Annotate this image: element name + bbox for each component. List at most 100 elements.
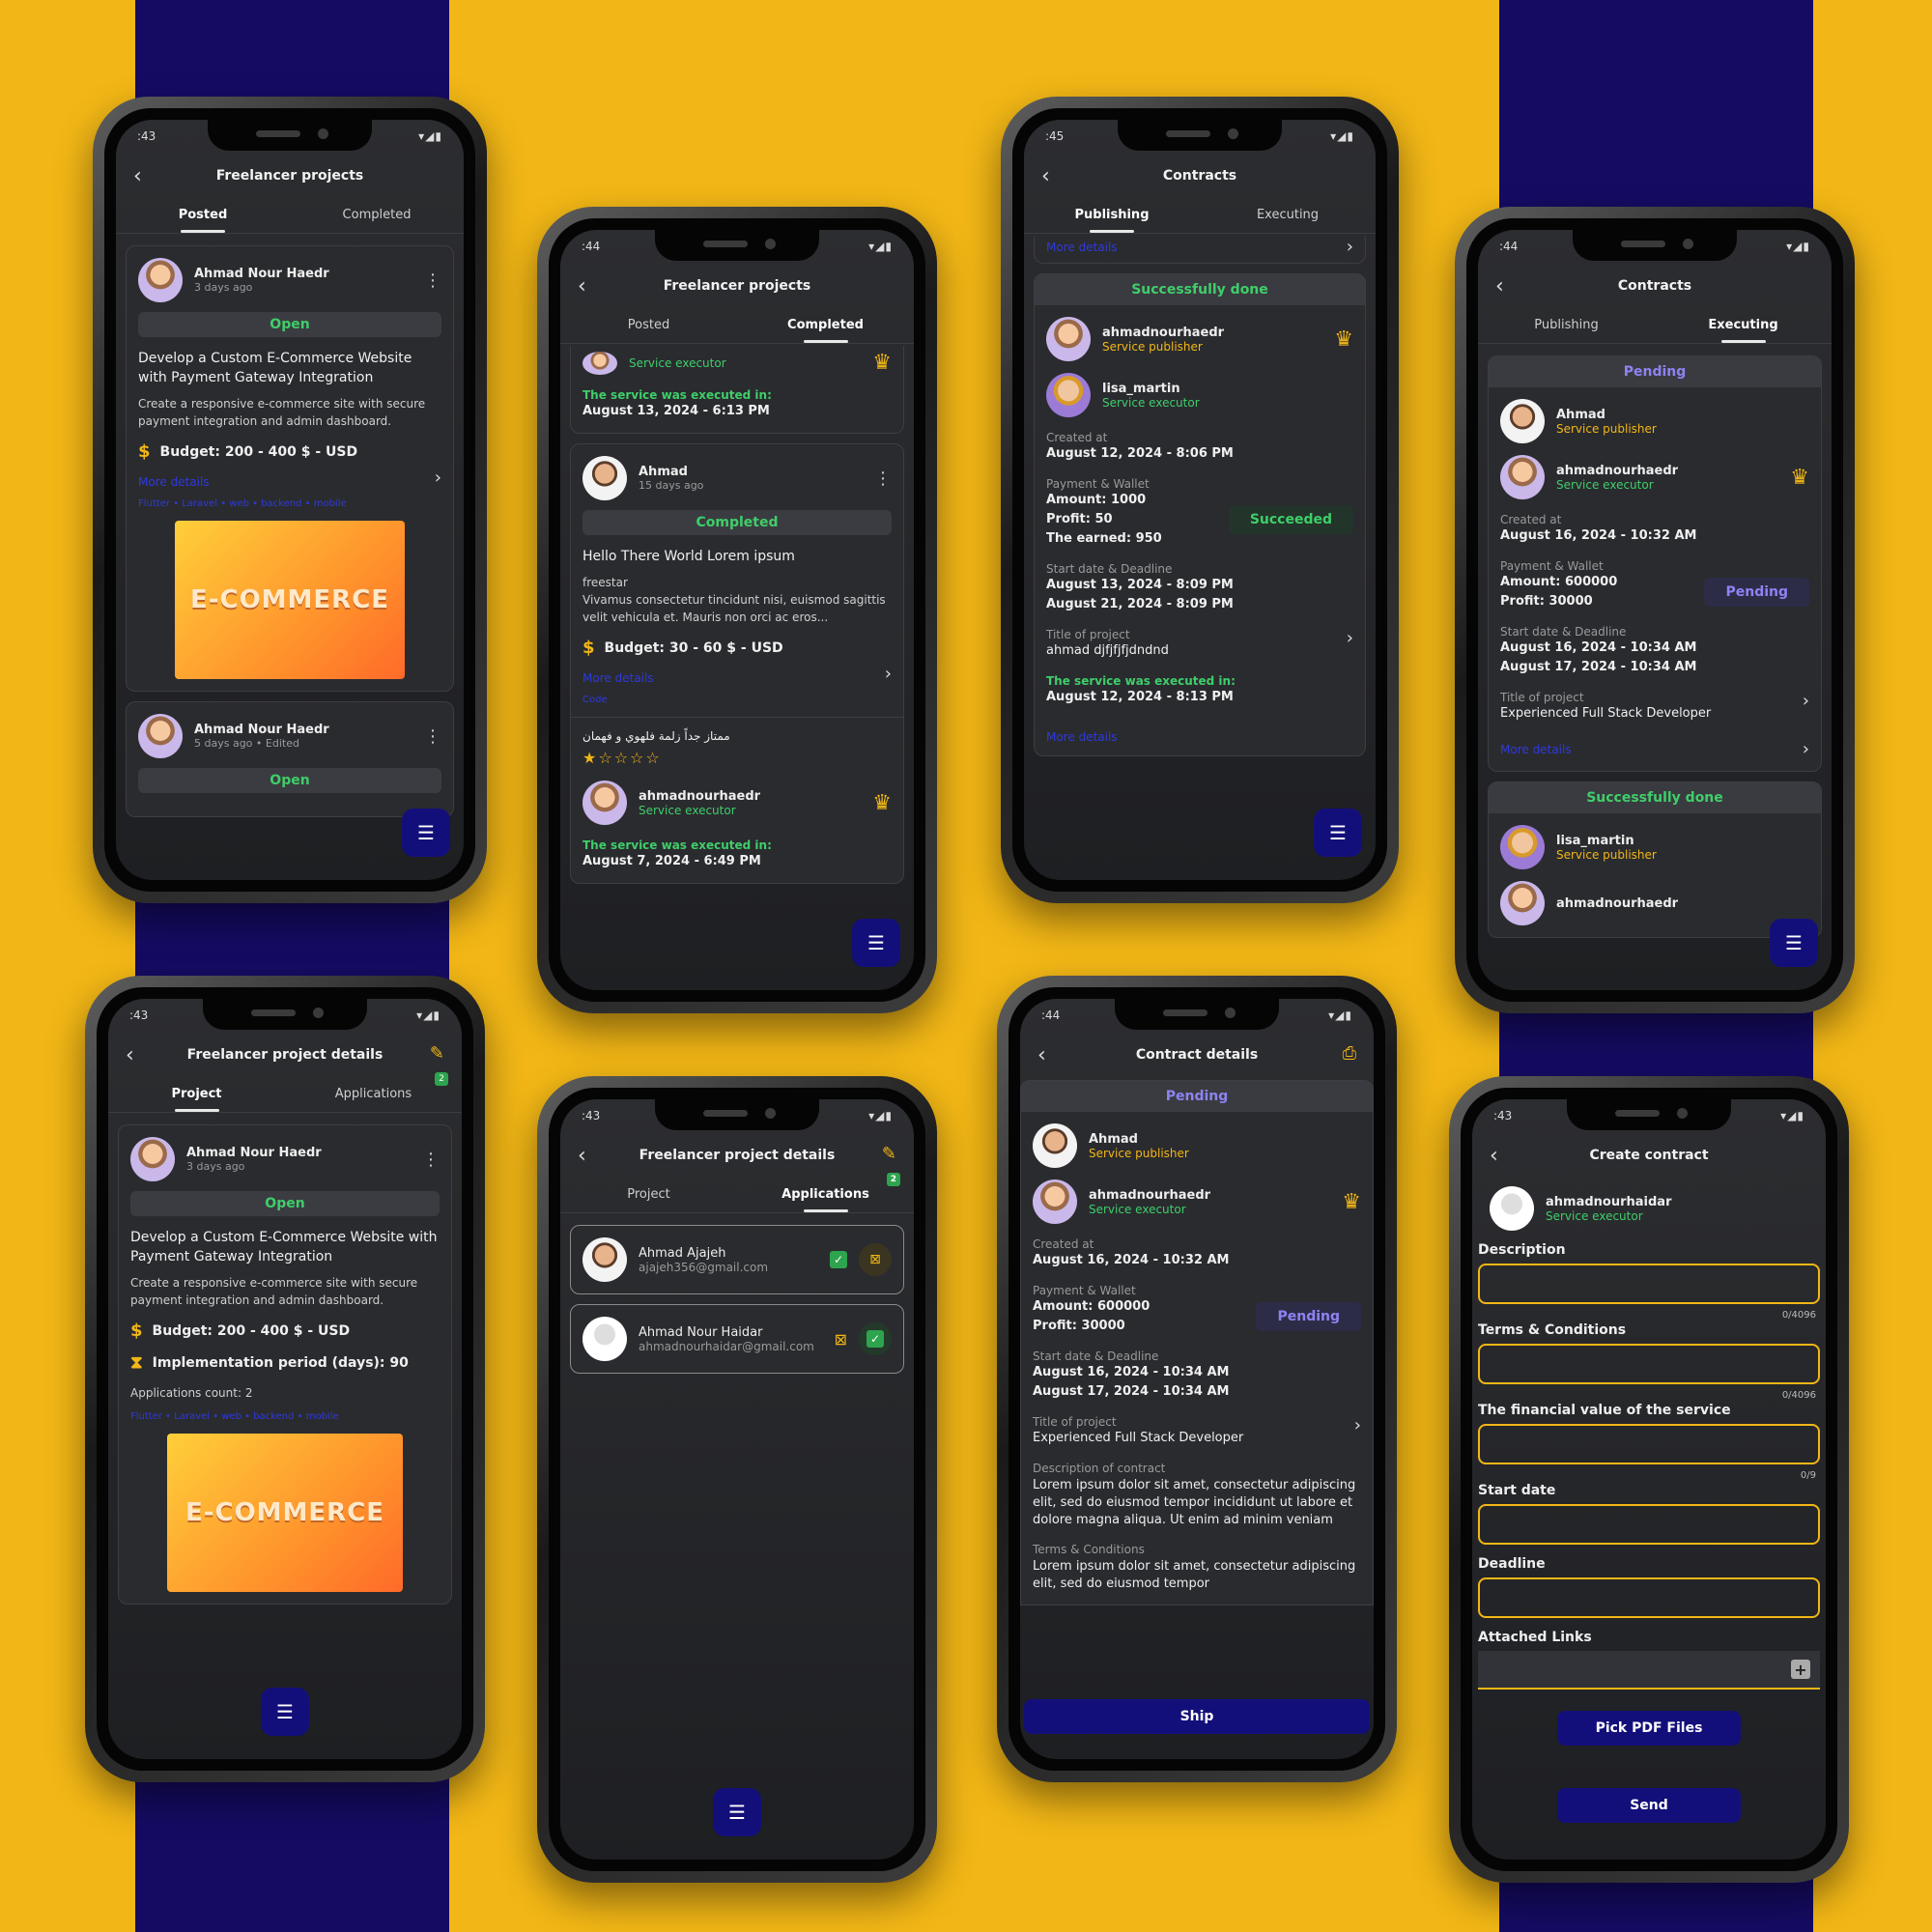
contract-status-header: Successfully done [1035,274,1365,305]
contract-card-partial[interactable]: More details › [1034,236,1366,264]
tab-executing[interactable]: Executing [1655,309,1832,343]
description-input[interactable] [1478,1264,1820,1304]
back-icon[interactable]: ‹ [1037,1043,1046,1067]
attached-links-input[interactable]: + [1478,1651,1820,1690]
back-icon[interactable]: ‹ [578,274,586,298]
status-badge: Open [138,312,441,337]
back-icon[interactable]: ‹ [1041,164,1050,188]
chevron-right-icon[interactable]: › [1347,628,1353,648]
filter-button[interactable]: ☰ [1770,919,1818,967]
ship-button[interactable]: Ship [1024,1699,1370,1734]
back-icon[interactable]: ‹ [133,164,142,188]
tab-project[interactable]: Project [560,1179,737,1212]
more-options-icon[interactable]: ⋮ [422,1150,440,1170]
accept-application-button[interactable]: ✓ [859,1322,892,1355]
tab-project[interactable]: Project [108,1078,285,1112]
project-owner: freestar [582,576,628,589]
start-date-input[interactable] [1478,1504,1820,1545]
financial-value-input[interactable] [1478,1424,1820,1464]
avatar [130,1137,175,1181]
chevron-right-icon[interactable]: › [1347,237,1353,257]
tab-publishing[interactable]: Publishing [1024,199,1200,233]
crown-icon: ♛ [872,351,892,375]
filter-icon: ☰ [1785,931,1803,954]
skill-tags: Code [582,695,608,705]
tab-completed[interactable]: Completed [737,309,914,343]
edit-icon[interactable]: ✎ [430,1043,444,1064]
description-label: Description of contract [1033,1462,1166,1475]
add-link-icon[interactable]: + [1791,1660,1810,1679]
dates-label: Start date & Deadline [1033,1350,1159,1363]
more-details-link[interactable]: More details [582,671,654,685]
contract-detail-card: Pending Ahmad Service publisher ahmadnour… [1020,1080,1374,1605]
publisher-role: Service publisher [1556,421,1657,436]
chevron-right-icon[interactable]: › [435,468,441,488]
project-card[interactable]: Ahmad Nour Haedr 3 days ago ⋮ Open Develo… [126,245,454,692]
phone-project-details: :43 ▾◢▮ ‹ Freelancer project details ✎ Proj… [85,976,485,1782]
contract-card[interactable]: Pending Ahmad Service publisher ahmadnour… [1488,355,1822,772]
executor-role: Service executor [639,803,736,817]
user-name: Ahmad Nour Haedr [194,723,329,737]
tab-posted[interactable]: Posted [560,309,737,343]
more-details-link[interactable]: More details [138,475,210,489]
reject-application-icon[interactable]: ⊠ [835,1330,847,1349]
more-details-link[interactable]: More details [1046,730,1353,744]
deadline-date: August 17, 2024 - 10:34 AM [1500,660,1697,674]
filter-button[interactable]: ☰ [852,919,900,967]
applicant-email: ajajeh356@gmail.com [639,1260,769,1274]
project-card[interactable]: Ahmad 15 days ago ⋮ Completed Hello There… [570,443,904,884]
project-card-partial[interactable]: Service executor ♛ The service was execut… [570,346,904,434]
status-time: :45 [1045,129,1065,143]
project-card[interactable]: Ahmad Nour Haedr 5 days ago • Edited ⋮ Op… [126,701,454,817]
crown-icon: ♛ [1342,1189,1361,1214]
more-details-link[interactable]: More details [1046,241,1118,254]
phone-freelancer-projects-completed: :44 ▾◢▮ ‹ Freelancer projects Posted Comple… [537,207,937,1013]
back-icon[interactable]: ‹ [1495,274,1504,298]
contract-card[interactable]: Successfully done ahmadnourhaedr Service … [1034,273,1366,756]
pick-pdf-button[interactable]: Pick PDF Files [1557,1711,1741,1746]
avatar [138,258,183,302]
status-icons: ▾◢▮ [416,1009,440,1022]
contract-status-header: Pending [1489,356,1821,387]
chevron-right-icon[interactable]: › [1803,691,1809,711]
contract-description: Lorem ipsum dolor sit amet, consectetur … [1033,1478,1356,1527]
more-options-icon[interactable]: ⋮ [424,270,441,291]
back-icon[interactable]: ‹ [578,1144,586,1168]
application-item[interactable]: Ahmad Nour Haidar ahmadnourhaidar@gmail.c… [570,1304,904,1374]
more-options-icon[interactable]: ⋮ [424,726,441,747]
payment-label: Payment & Wallet [1046,477,1150,491]
avatar [1033,1179,1077,1224]
back-icon[interactable]: ‹ [126,1043,134,1067]
print-icon[interactable]: ⎙ [1343,1043,1356,1064]
project-detail-card: Ahmad Nour Haedr 3 days ago ⋮ Open Develo… [118,1124,452,1605]
executed-date: August 13, 2024 - 6:13 PM [582,404,770,418]
tab-completed[interactable]: Completed [290,199,464,233]
terms-input[interactable] [1478,1344,1820,1384]
menu-button[interactable]: ☰ [713,1788,761,1836]
tab-executing[interactable]: Executing [1200,199,1376,233]
tab-publishing[interactable]: Publishing [1478,309,1655,343]
application-item[interactable]: Ahmad Ajajeh ajajeh356@gmail.com ✓ ⊠ [570,1225,904,1294]
tab-applications[interactable]: Applications 2 [285,1072,462,1112]
status-icons: ▾◢▮ [1328,1009,1352,1022]
menu-icon: ☰ [276,1700,294,1723]
contract-card[interactable]: Successfully done lisa_martin Service pub… [1488,781,1822,938]
edit-icon[interactable]: ✎ [882,1144,896,1164]
filter-button[interactable]: ☰ [1314,809,1362,857]
reject-application-icon[interactable]: ⊠ [859,1243,892,1276]
tab-applications[interactable]: Applications 2 [737,1173,914,1212]
back-icon[interactable]: ‹ [1490,1144,1498,1168]
deadline-input[interactable] [1478,1577,1820,1618]
accepted-check-icon[interactable]: ✓ [830,1251,847,1268]
more-details-link[interactable]: More details [1500,743,1572,756]
send-button[interactable]: Send [1557,1788,1741,1823]
more-options-icon[interactable]: ⋮ [874,469,892,489]
filter-button[interactable]: ☰ [402,809,450,857]
menu-button[interactable]: ☰ [261,1688,309,1736]
tab-posted[interactable]: Posted [116,199,290,233]
deadline-date: August 17, 2024 - 10:34 AM [1033,1384,1230,1399]
chevron-right-icon[interactable]: › [1803,739,1809,759]
chevron-right-icon[interactable]: › [885,664,892,684]
chevron-right-icon[interactable]: › [1354,1415,1361,1435]
applications-count: Applications count: 2 [130,1386,253,1400]
